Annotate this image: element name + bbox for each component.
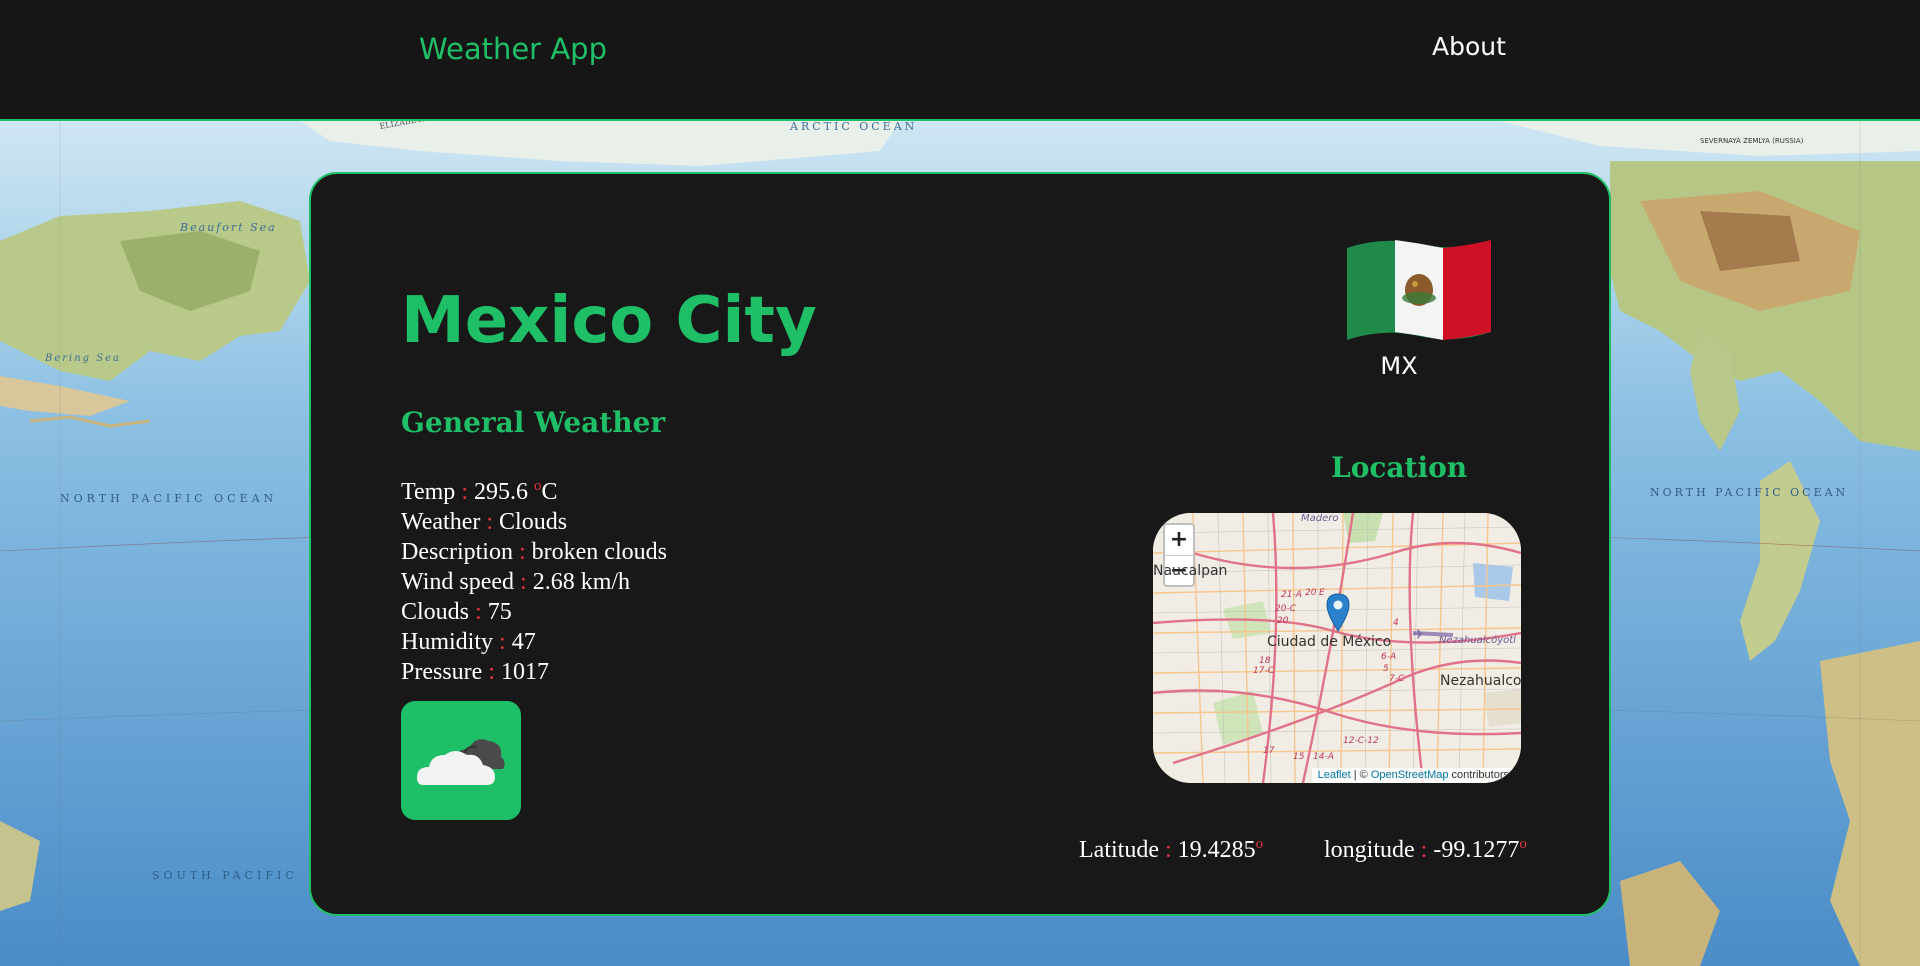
svg-text:20: 20 [1277,616,1289,626]
svg-text:17: 17 [1263,746,1275,756]
row-label: Wind speed [401,569,515,595]
map-attribution: Leaflet | © OpenStreetMap contributors [1311,768,1521,783]
row-label: Pressure [401,659,483,685]
location-title: Location [1331,451,1468,484]
map-label-madero: Madero [1301,513,1339,524]
map-marker-icon[interactable] [1325,592,1351,632]
row-separator: : [520,569,527,595]
attribution-separator: | © [1350,769,1371,781]
svg-text:ARCTIC OCEAN: ARCTIC OCEAN [789,121,917,133]
general-weather-title: General Weather [401,406,666,439]
row-value: 2.68 km/h [532,569,631,595]
row-separator: : [486,509,494,535]
mexico-flag-icon [1347,240,1491,340]
weather-row-pressure: Pressure : 1017 [401,657,667,687]
location-map[interactable]: ✈ 21-A 20-C 20 20 E 18 17-C 6-A 5 7-C 4 17 15 14… [1153,513,1521,783]
degree-symbol: o [1519,836,1527,852]
brand-link[interactable]: Weather App [419,32,607,66]
latitude-readout: Latitude : 19.4285o [1079,836,1263,864]
weather-row-weather: Weather : Clouds [401,507,667,537]
svg-text:6-A: 6-A [1381,652,1396,662]
svg-text:NORTH PACIFIC OCEAN: NORTH PACIFIC OCEAN [1650,486,1848,499]
weather-row-description: Description : broken clouds [401,537,667,567]
temp-unit: C [541,479,558,505]
city-name: Mexico City [401,284,817,358]
leaflet-link[interactable]: Leaflet [1318,769,1351,781]
broken-clouds-icon [417,739,505,785]
svg-text:14-A: 14-A [1313,752,1334,762]
weather-row-wind: Wind speed : 2.68 km/h [401,567,667,597]
map-label-center: Ciudad de México [1267,634,1392,650]
longitude-readout: longitude : -99.1277o [1324,836,1527,864]
weather-icon-tile [401,701,521,820]
osm-link[interactable]: OpenStreetMap [1371,769,1449,781]
row-label: Humidity [401,629,494,655]
row-value: Clouds [499,509,568,535]
weather-row-humidity: Humidity : 47 [401,627,667,657]
degree-symbol: o [1255,836,1264,852]
latitude-separator: : [1164,837,1172,863]
svg-text:17-C: 17-C [1253,666,1275,676]
latitude-value: 19.4285 [1177,837,1256,863]
weather-row-temp: Temp : 295.6 oC [401,471,667,507]
row-separator: : [499,629,506,655]
svg-text:✈: ✈ [1413,627,1425,643]
weather-details-list: Temp : 295.6 oC Weather : Clouds Descrip… [401,471,667,687]
svg-text:SOUTH PACIFIC: SOUTH PACIFIC [152,869,298,882]
svg-text:18: 18 [1259,656,1271,666]
row-label: Clouds [401,599,470,625]
map-label-naucalpan: Naucalpan [1153,563,1228,579]
row-separator: : [461,479,468,505]
row-value: broken clouds [531,539,667,565]
latitude-label: Latitude [1079,837,1159,863]
row-value: 47 [511,629,536,655]
svg-text:12-C-12: 12-C-12 [1343,736,1379,746]
row-separator: : [518,539,526,565]
longitude-label: longitude [1324,837,1415,863]
longitude-separator: : [1420,837,1428,863]
map-label-nezahualcoyotl-city: Nezahualco [1440,673,1521,689]
svg-text:Beaufort Sea: Beaufort Sea [179,221,277,234]
attribution-tail: contributors [1448,769,1509,781]
weather-card: Mexico City General Weather Temp : 295.6… [309,172,1611,916]
row-separator: : [475,599,482,625]
top-navbar: Weather App About [0,0,1920,121]
row-separator: : [488,659,495,685]
svg-text:21-A: 21-A [1281,590,1302,600]
row-value: 1017 [501,659,549,685]
country-code: MX [1380,352,1418,380]
svg-text:4: 4 [1393,618,1399,628]
nav-about-link[interactable]: About [1432,32,1506,61]
svg-text:20: 20 [1305,588,1317,598]
row-label: Description [401,539,513,565]
svg-text:7-C: 7-C [1389,674,1405,684]
zoom-in-button[interactable]: + [1165,525,1193,555]
longitude-value: -99.1277 [1433,837,1520,863]
svg-text:15: 15 [1293,752,1305,762]
row-label: Weather [401,509,481,535]
row-value: 295.6 [473,479,528,505]
row-label: Temp [401,479,456,505]
svg-text:SEVERNAYA ZEMLYA (RUSSIA): SEVERNAYA ZEMLYA (RUSSIA) [1700,137,1804,145]
svg-text:Bering Sea: Bering Sea [44,353,121,364]
svg-text:NORTH PACIFIC OCEAN: NORTH PACIFIC OCEAN [60,492,277,505]
map-label-nezahualcoyotl-airport: Nezahualcóyotl [1439,635,1516,646]
svg-text:5: 5 [1383,664,1389,674]
row-value: 75 [487,599,512,625]
svg-text:20-C: 20-C [1275,604,1297,614]
weather-row-clouds: Clouds : 75 [401,597,667,627]
